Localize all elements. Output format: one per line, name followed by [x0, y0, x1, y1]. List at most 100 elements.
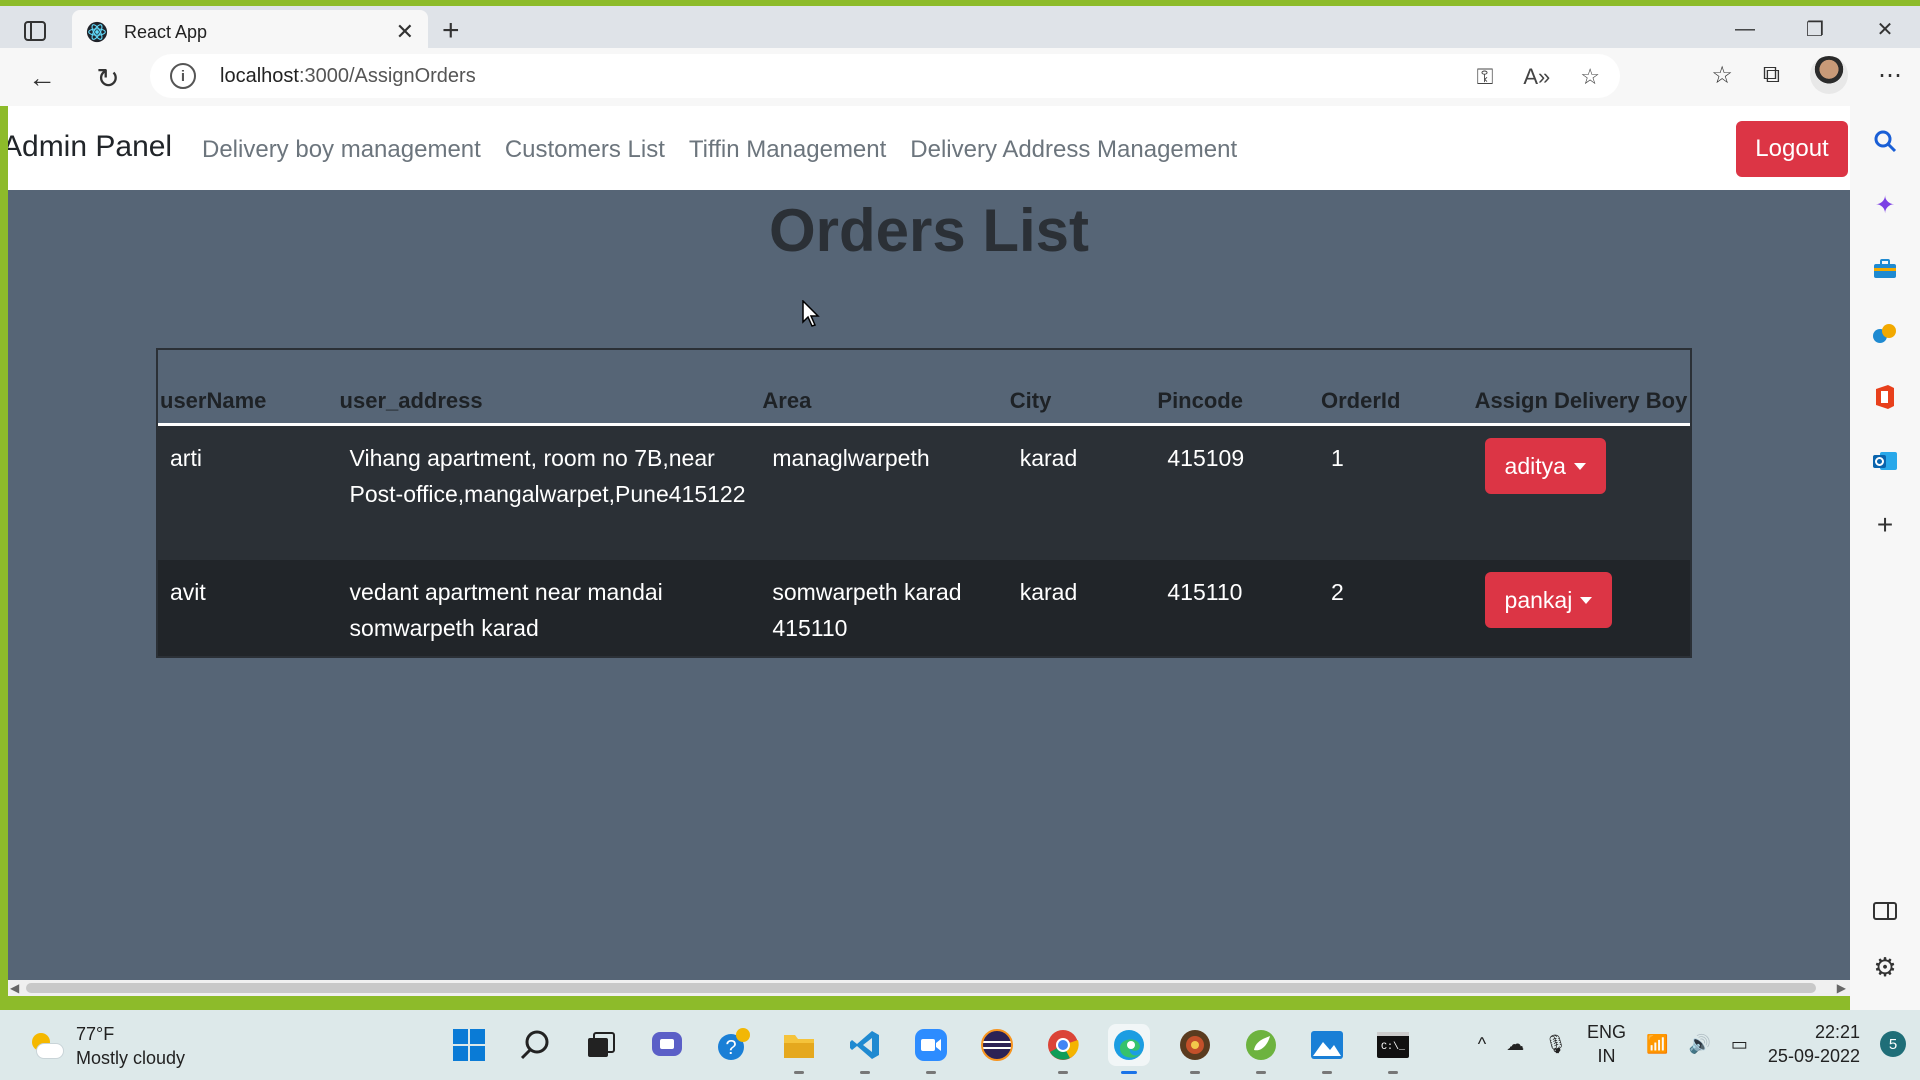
back-icon[interactable]: ←: [22, 58, 62, 98]
favorites-icon[interactable]: ☆: [1711, 61, 1733, 90]
weather-widget[interactable]: 77°F Mostly cloudy: [28, 1022, 185, 1070]
header-username: userName: [160, 388, 267, 413]
dropdown-selected-value: pankaj: [1504, 587, 1573, 613]
read-aloud-icon[interactable]: A»: [1523, 64, 1550, 90]
microphone-icon[interactable]: 🎙: [1544, 1034, 1567, 1055]
caret-down-icon: [1580, 596, 1593, 604]
shopping-icon[interactable]: [1870, 254, 1900, 284]
cell-area: somwarpeth karad 415110: [772, 579, 962, 641]
scroll-left-icon[interactable]: ◀: [10, 980, 19, 996]
orders-table: userName user_address Area City Pincode …: [156, 348, 1692, 658]
clock-date: 25-09-2022: [1767, 1046, 1860, 1066]
search-icon[interactable]: [1870, 126, 1900, 156]
header-assign-delivery-boy: Assign Delivery Boy: [1474, 388, 1688, 413]
collections-icon[interactable]: ⧉: [1763, 61, 1780, 89]
scrollbar-thumb[interactable]: [26, 983, 1816, 993]
mouse-cursor-icon: [802, 300, 820, 327]
sidebar-toggle-icon[interactable]: [1870, 896, 1900, 926]
minimize-icon[interactable]: —: [1710, 10, 1780, 48]
settings-icon[interactable]: ⚙: [1870, 952, 1900, 982]
scroll-right-icon[interactable]: ▶: [1837, 980, 1846, 996]
caret-down-icon: [1573, 462, 1586, 470]
cell-username: avit: [170, 579, 206, 605]
page-title: Orders List: [768, 197, 1090, 264]
language-indicator[interactable]: ENG IN: [1587, 1020, 1626, 1068]
cell-area: managlwarpeth: [772, 445, 930, 471]
spring-tools-icon[interactable]: [1240, 1024, 1282, 1074]
svg-text:?: ?: [725, 1037, 736, 1059]
weather-temp: 77°F: [76, 1024, 115, 1044]
eclipse-icon[interactable]: [976, 1024, 1018, 1066]
teams-chat-icon[interactable]: [646, 1024, 688, 1066]
header-area: Area: [762, 388, 812, 413]
wifi-icon[interactable]: 📶: [1646, 1034, 1668, 1055]
tab-actions-icon[interactable]: [18, 16, 52, 46]
cell-user-address: vedant apartment near mandai somwarpeth …: [349, 579, 663, 641]
file-explorer-icon[interactable]: [778, 1024, 820, 1074]
onedrive-icon[interactable]: ☁: [1506, 1034, 1524, 1055]
help-icon[interactable]: ?: [712, 1024, 754, 1066]
address-bar[interactable]: i localhost:3000/AssignOrders ⚿ A» ☆: [150, 54, 1620, 98]
dropdown-selected-value: aditya: [1504, 453, 1566, 479]
assign-delivery-boy-dropdown[interactable]: pankaj: [1484, 572, 1613, 628]
app-icon[interactable]: [1174, 1024, 1216, 1074]
zoom-icon[interactable]: [910, 1024, 952, 1074]
cell-pincode: 415110: [1167, 579, 1243, 605]
outlook-icon[interactable]: [1870, 446, 1900, 476]
horizontal-scrollbar[interactable]: ◀ ▶: [8, 980, 1850, 996]
lang-region: IN: [1597, 1046, 1616, 1066]
browser-toolbar: ← ↻ i localhost:3000/AssignOrders ⚿ A» ☆…: [0, 48, 1920, 106]
games-icon[interactable]: [1870, 318, 1900, 348]
cell-username: arti: [170, 445, 202, 471]
notification-badge[interactable]: 5: [1880, 1031, 1906, 1057]
search-icon[interactable]: [514, 1024, 556, 1066]
refresh-icon[interactable]: ↻: [88, 58, 128, 98]
chevron-up-icon[interactable]: ^: [1478, 1034, 1486, 1055]
nav-tiffin-management[interactable]: Tiffin Management: [689, 136, 886, 164]
new-tab-icon[interactable]: +: [442, 14, 460, 48]
nav-delivery-address-management[interactable]: Delivery Address Management: [910, 136, 1237, 164]
office-icon[interactable]: [1870, 382, 1900, 412]
clock[interactable]: 22:21 25-09-2022: [1768, 1020, 1860, 1068]
cell-user-address: Vihang apartment, room no 7B,near Post-o…: [349, 445, 746, 507]
url-host: localhost: [220, 64, 299, 87]
more-menu-icon[interactable]: ⋯: [1878, 61, 1902, 90]
weather-icon: [28, 1031, 64, 1061]
windows-start-icon[interactable]: [448, 1024, 490, 1066]
sparkle-icon[interactable]: ✦: [1870, 190, 1900, 220]
logout-button[interactable]: Logout: [1736, 121, 1848, 177]
page-viewport: Admin Panel Delivery boy management Cust…: [8, 106, 1850, 980]
react-icon: [86, 21, 108, 43]
add-favorite-icon[interactable]: ☆: [1580, 64, 1600, 90]
close-tab-icon[interactable]: ✕: [396, 19, 414, 45]
vscode-icon[interactable]: [844, 1024, 886, 1074]
photos-icon[interactable]: [1306, 1024, 1348, 1074]
key-icon[interactable]: ⚿: [1477, 64, 1494, 90]
terminal-icon[interactable]: C:\_: [1372, 1024, 1414, 1074]
chrome-icon[interactable]: [1042, 1024, 1084, 1074]
close-window-icon[interactable]: ✕: [1850, 10, 1920, 48]
site-info-icon[interactable]: i: [170, 63, 196, 89]
task-view-icon[interactable]: [580, 1024, 622, 1066]
assign-delivery-boy-dropdown[interactable]: aditya: [1484, 438, 1606, 494]
edge-icon[interactable]: [1108, 1024, 1150, 1074]
table-row: arti Vihang apartment, room no 7B,near P…: [158, 426, 1690, 560]
brand[interactable]: Admin Panel: [8, 130, 172, 164]
cell-orderid: 2: [1330, 579, 1344, 605]
weather-desc: Mostly cloudy: [76, 1048, 186, 1068]
nav-customers-list[interactable]: Customers List: [505, 136, 665, 164]
nav-delivery-boy-management[interactable]: Delivery boy management: [202, 136, 481, 164]
restore-icon[interactable]: ❐: [1780, 10, 1850, 48]
browser-titlebar: React App ✕ + — ❐ ✕: [0, 0, 1920, 54]
cell-orderid: 1: [1330, 445, 1344, 471]
taskbar: 77°F Mostly cloudy ? C:\_ ^ ☁ 🎙 ENG IN 📶…: [0, 1010, 1920, 1080]
cell-pincode: 415109: [1167, 445, 1245, 471]
battery-icon[interactable]: ▭: [1731, 1034, 1748, 1055]
add-icon[interactable]: +: [1870, 509, 1900, 540]
tab-title: React App: [124, 21, 208, 42]
profile-avatar[interactable]: [1810, 56, 1848, 94]
volume-icon[interactable]: 🔊: [1688, 1034, 1710, 1055]
header-orderid: OrderId: [1320, 388, 1401, 413]
table-row: avit vedant apartment near mandai somwar…: [158, 560, 1690, 656]
header-user-address: user_address: [339, 388, 483, 413]
